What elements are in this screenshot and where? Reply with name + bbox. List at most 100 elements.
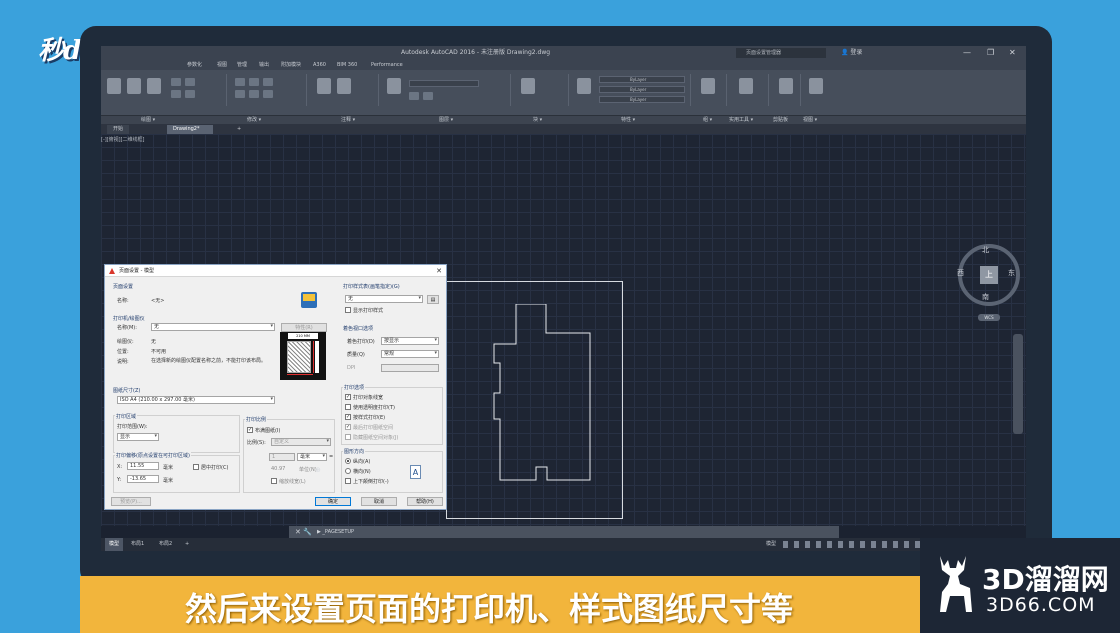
panel-draw[interactable]: 绘图 ▾ [141,116,155,124]
plot-range-select[interactable]: 显示 [117,433,159,441]
panel-view[interactable]: 视图 ▾ [803,116,817,124]
upside-down-checkbox[interactable] [345,478,351,484]
tab-view[interactable]: 视图 [217,60,227,70]
compass-east[interactable]: 东 [1008,268,1015,278]
tab-bim360[interactable]: BIM 360 [337,60,357,70]
match-properties-icon[interactable] [577,78,591,94]
dimension-tool-icon[interactable] [337,78,351,94]
panel-layers[interactable]: 图层 ▾ [439,116,453,124]
copy-tool-icon[interactable] [235,90,245,98]
panel-clipboard[interactable]: 剪贴板 [773,116,788,124]
offset-x-input[interactable]: 11.55 [127,462,159,470]
rectangle-tool-icon[interactable] [185,78,195,86]
paper-size-select[interactable]: ISO A4 (210.00 x 297.00 毫米) [117,396,275,404]
view-icon[interactable] [809,78,823,94]
printer-select[interactable]: 无 [151,323,275,331]
quality-select[interactable]: 常规 [381,350,439,358]
panel-properties[interactable]: 特性 ▾ [621,116,635,124]
properties-button[interactable]: 特性(R) [281,323,327,332]
fit-to-paper-checkbox[interactable]: ✓ [247,427,253,433]
tab-model[interactable]: 模型 [105,538,124,551]
tab-layout2[interactable]: 布局2 [159,538,172,551]
trim-tool-icon[interactable] [263,78,273,86]
polyline-tool-icon[interactable] [127,78,141,94]
insert-block-icon[interactable] [521,78,535,94]
tab-drawing2[interactable]: Drawing2* [167,125,213,134]
layer-dropdown[interactable] [409,80,479,87]
edit-plot-style-button[interactable]: ▤ [427,295,439,304]
scale-lineweights-checkbox[interactable] [271,478,277,484]
tab-performance[interactable]: Performance [371,60,403,70]
plot-lineweights-checkbox[interactable]: ✓ [345,394,351,400]
tab-addins[interactable]: 附加模块 [281,60,301,70]
layer-tool-icon[interactable] [423,92,433,100]
plot-style-select[interactable]: 无 [345,295,423,303]
circle-tool-icon[interactable] [147,78,161,94]
maximize-button[interactable]: ❐ [987,46,994,60]
panel-groups[interactable]: 组 ▾ [703,116,712,124]
plot-transparency-checkbox[interactable] [345,404,351,410]
compass-south[interactable]: 南 [982,292,989,302]
measure-icon[interactable] [739,78,753,94]
rotate-tool-icon[interactable] [249,78,259,86]
scale-numerator-input[interactable]: 1 [269,453,295,461]
tab-output[interactable]: 输出 [259,60,269,70]
hatch-tool-icon[interactable] [171,90,181,98]
add-layout-button[interactable]: + [185,538,189,551]
command-input[interactable]: ▶ _PAGESETUP [317,526,354,538]
move-tool-icon[interactable] [235,78,245,86]
model-space-toggle[interactable]: 模型 [766,538,776,551]
shade-plot-select[interactable]: 按显示 [381,337,439,345]
tab-parametric[interactable]: 参数化 [187,60,202,70]
help-button[interactable]: 帮助(H) [407,497,443,506]
tab-start[interactable]: 开始 [107,125,130,134]
search-input[interactable]: 页面设置管理器 [736,48,826,58]
lineweight-dropdown[interactable]: ByLayer [599,96,685,103]
text-tool-icon[interactable] [317,78,331,94]
panel-modify[interactable]: 修改 ▾ [247,116,261,124]
mirror-tool-icon[interactable] [249,90,259,98]
compass-north[interactable]: 北 [982,245,989,255]
ok-button[interactable]: 确定 [315,497,351,506]
compass-west[interactable]: 西 [957,268,964,278]
tab-a360[interactable]: A360 [313,60,326,70]
hide-paperspace-checkbox[interactable] [345,434,351,440]
close-button[interactable]: ✕ [1009,46,1016,60]
navigation-bar[interactable] [1013,334,1023,434]
drawing-canvas[interactable]: [-][俯视][二维线框] 上 北 南 西 东 WCS 页面设置 - 模型 ✕ … [101,134,1026,526]
show-plot-styles-checkbox[interactable] [345,307,351,313]
cancel-button[interactable]: 取消 [361,497,397,506]
tab-manage[interactable]: 管理 [237,60,247,70]
landscape-radio[interactable] [345,468,351,474]
sign-in-button[interactable]: 👤 登录 [841,46,862,60]
layer-tool-icon[interactable] [409,92,419,100]
dialog-close-icon[interactable]: ✕ [436,265,442,277]
panel-utilities[interactable]: 实用工具 ▾ [729,116,753,124]
scale-unit-select[interactable]: 毫米 [297,453,327,461]
preview-button[interactable]: 预览(P)... [111,497,151,506]
plot-paperspace-last-checkbox[interactable]: ✓ [345,424,351,430]
portrait-radio[interactable] [345,458,351,464]
viewport-controls[interactable]: [-][俯视][二维线框] [101,136,145,143]
scale-select[interactable]: 自定义 [271,438,331,446]
center-plot-checkbox[interactable] [193,464,199,470]
panel-annotation[interactable]: 注释 ▾ [341,116,355,124]
wcs-menu[interactable]: WCS [978,314,1000,321]
layer-properties-icon[interactable] [387,78,401,94]
panel-block[interactable]: 块 ▾ [533,116,542,124]
viewcube-top-face[interactable]: 上 [980,266,998,284]
command-line[interactable]: ✕ 🔧 ▶ _PAGESETUP [289,526,839,538]
dpi-input[interactable] [381,364,439,372]
color-dropdown[interactable]: ByLayer [599,76,685,83]
line-tool-icon[interactable] [107,78,121,94]
close-command-icon[interactable]: ✕ 🔧 [295,526,312,538]
minimize-button[interactable]: — [963,46,971,60]
fillet-tool-icon[interactable] [263,90,273,98]
viewcube[interactable]: 上 北 南 西 东 [957,244,1020,306]
tab-layout1[interactable]: 布局1 [131,538,144,551]
ellipse-tool-icon[interactable] [185,90,195,98]
offset-y-input[interactable]: -13.65 [127,475,159,483]
new-tab-button[interactable]: + [231,125,247,134]
plot-with-styles-checkbox[interactable]: ✓ [345,414,351,420]
linetype-dropdown[interactable]: ByLayer [599,86,685,93]
